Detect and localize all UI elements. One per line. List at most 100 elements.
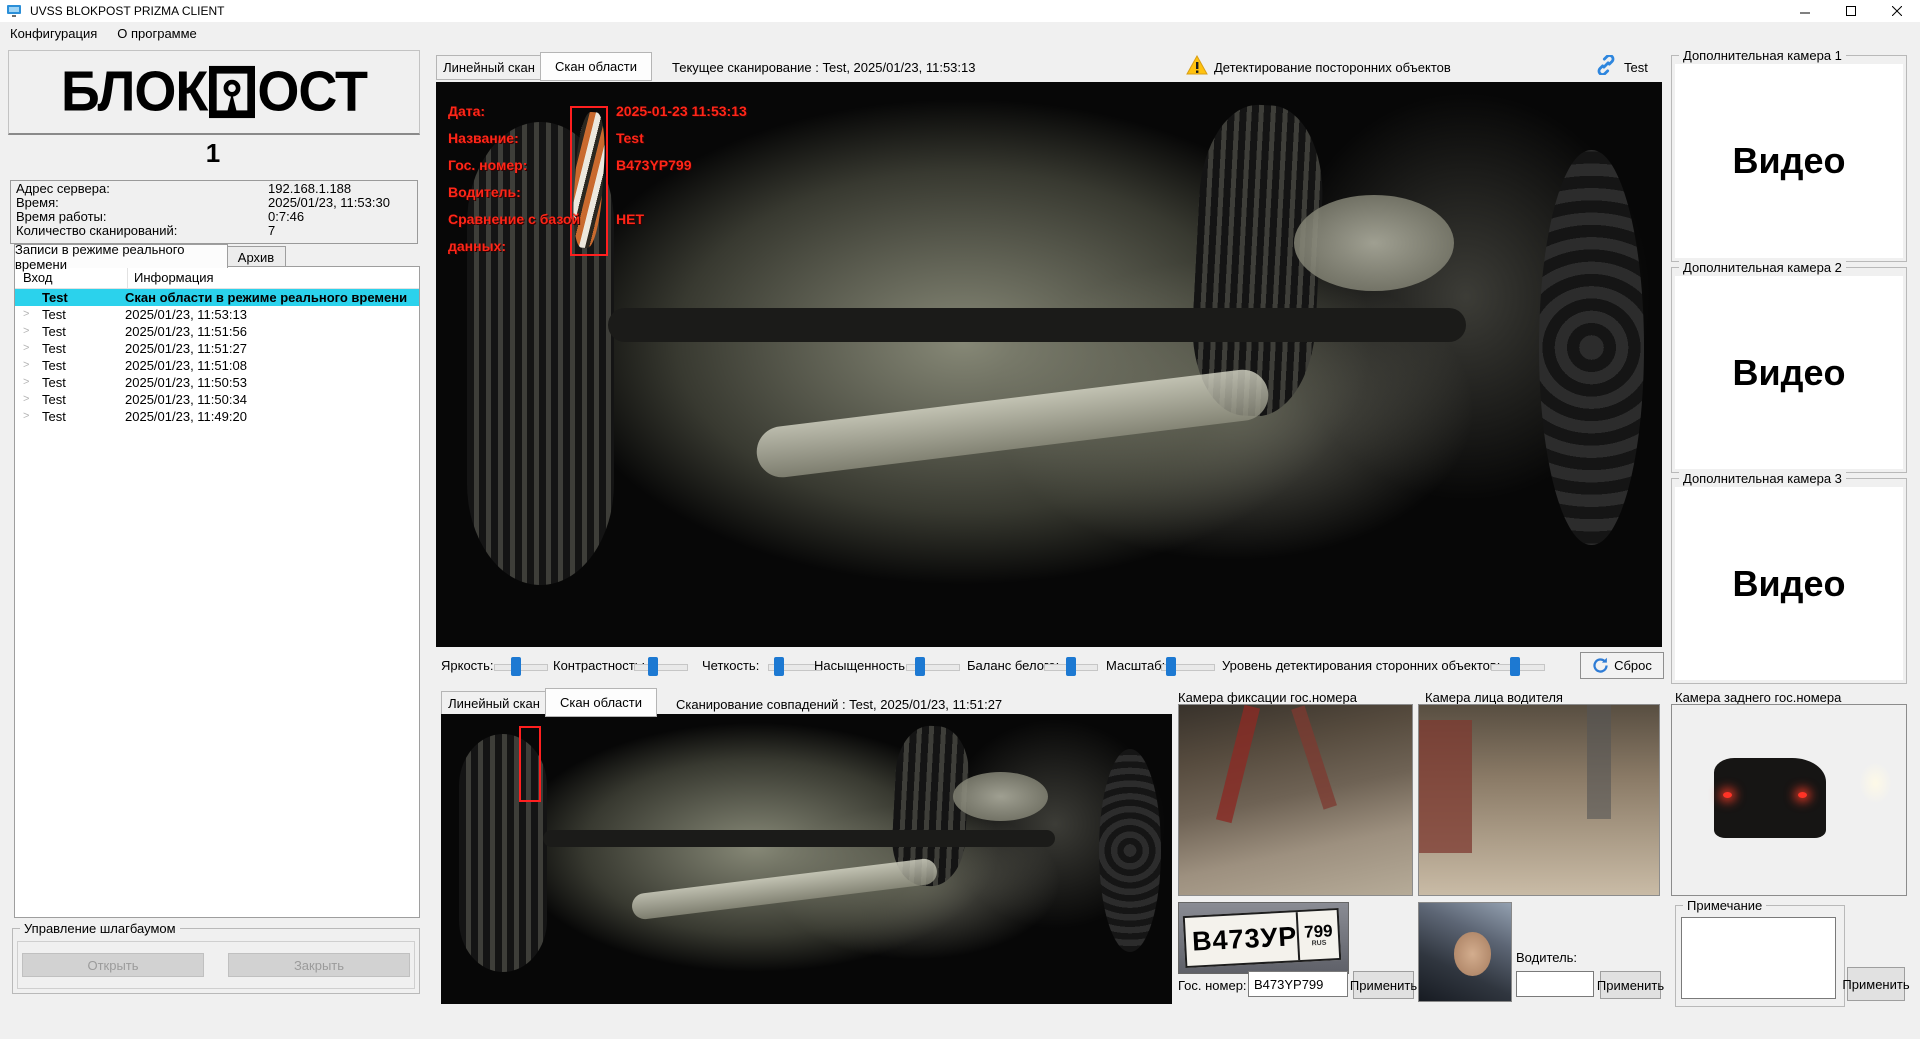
tab-archive[interactable]: Архив (226, 246, 286, 268)
scan-axle (608, 308, 1466, 342)
table-row[interactable]: >Test2025/01/23, 11:50:34 (15, 391, 419, 408)
slider-thumb[interactable] (915, 657, 925, 676)
table-row-selected[interactable]: TestСкан области в режиме реального врем… (15, 289, 419, 306)
overlay-date-value: 2025-01-23 11:53:13 (616, 98, 747, 125)
tab-realtime-records[interactable]: Записи в режиме реального времени (14, 244, 228, 268)
brightness-label: Яркость: (441, 658, 494, 673)
tab-linear-scan-match[interactable]: Линейный скан (441, 691, 547, 716)
extra-camera-2-title: Дополнительная камера 2 (1679, 260, 1846, 275)
table-row[interactable]: >Test2025/01/23, 11:50:53 (15, 374, 419, 391)
scan-muffler (953, 772, 1048, 821)
barrier-control-group: Управление шлагбаумом Открыть Закрыть (12, 928, 420, 994)
saturation-slider[interactable] (906, 664, 960, 671)
slider-thumb[interactable] (774, 657, 784, 676)
plate-input[interactable] (1248, 971, 1348, 997)
brightness-slider[interactable] (494, 664, 548, 671)
server-time-label: Время: (11, 196, 268, 210)
menu-bar: Конфигурация О программе (0, 22, 1920, 44)
slider-thumb[interactable] (1166, 657, 1176, 676)
detection-rectangle (519, 726, 541, 802)
saturation-label: Насыщенность (814, 658, 905, 673)
contrast-slider[interactable] (634, 664, 688, 671)
row-info: 2025/01/23, 11:51:56 (125, 323, 247, 340)
expand-chevron-icon[interactable]: > (23, 357, 29, 374)
expand-chevron-icon[interactable]: > (23, 408, 29, 425)
driver-apply-button[interactable]: Применить (1600, 971, 1661, 999)
expand-chevron-icon[interactable]: > (23, 323, 29, 340)
table-row[interactable]: >Test2025/01/23, 11:51:08 (15, 357, 419, 374)
tab-area-scan-match[interactable]: Скан области (545, 688, 657, 717)
feed-detail (1291, 705, 1337, 809)
extra-camera-1-video: Видео (1675, 64, 1903, 258)
expand-chevron-icon[interactable]: > (23, 306, 29, 323)
slider-thumb[interactable] (1510, 657, 1520, 676)
table-row[interactable]: >Test2025/01/23, 11:53:13 (15, 306, 419, 323)
warning-icon (1186, 55, 1208, 75)
server-time-value: 2025/01/23, 11:53:30 (268, 196, 390, 210)
driver-face (1454, 932, 1491, 975)
note-apply-button[interactable]: Применить (1847, 967, 1905, 1001)
plate-number: В473УР (1185, 921, 1298, 958)
link-test-label[interactable]: Test (1624, 60, 1648, 75)
row-info: 2025/01/23, 11:49:20 (125, 408, 247, 425)
window-title: UVSS BLOKPOST PRIZMA CLIENT (30, 4, 225, 18)
scan-count-value: 7 (268, 224, 275, 238)
tab-area-scan[interactable]: Скан области (540, 52, 652, 81)
row-name: Test (42, 357, 66, 374)
row-info: 2025/01/23, 11:50:34 (125, 391, 247, 408)
license-plate: В473УР 799RUS (1183, 908, 1342, 968)
reset-button[interactable]: Сброс (1580, 652, 1664, 679)
server-info-panel: Адрес сервера:192.168.1.188 Время:2025/0… (10, 180, 418, 244)
current-scan-label: Текущее сканирование : Test, 2025/01/23,… (672, 60, 976, 75)
detection-level-slider[interactable] (1491, 664, 1545, 671)
main-scan-image[interactable]: Дата:2025-01-23 11:53:13 Название:Test Г… (436, 82, 1662, 647)
table-row[interactable]: >Test2025/01/23, 11:51:56 (15, 323, 419, 340)
row-name: Test (42, 408, 66, 425)
title-bar: UVSS BLOKPOST PRIZMA CLIENT (0, 0, 1920, 22)
logo-text-left: БЛОК (61, 60, 207, 124)
tab-linear-scan[interactable]: Линейный скан (436, 55, 542, 80)
scale-label: Масштаб: (1106, 658, 1165, 673)
feed-plate-camera (1178, 704, 1413, 896)
reset-icon (1592, 657, 1609, 674)
expand-chevron-icon[interactable]: > (23, 391, 29, 408)
close-button[interactable] (1874, 0, 1920, 22)
reset-label: Сброс (1614, 658, 1652, 673)
expand-chevron-icon[interactable]: > (23, 340, 29, 357)
table-row[interactable]: > Test 2025/01/23, 11:49:20 (15, 408, 419, 425)
column-info[interactable]: Информация (128, 270, 214, 285)
driver-input[interactable] (1516, 971, 1594, 997)
row-name: Test (42, 306, 66, 323)
video-placeholder: Видео (1733, 352, 1846, 394)
feed-rear-plate-camera (1671, 704, 1907, 896)
menu-configuration[interactable]: Конфигурация (0, 22, 107, 44)
match-scan-label: Сканирование совпадений : Test, 2025/01/… (676, 697, 1002, 712)
expand-chevron-icon[interactable]: > (23, 374, 29, 391)
scale-slider[interactable] (1161, 664, 1215, 671)
barrier-group-title: Управление шлагбаумом (20, 921, 180, 936)
slider-thumb[interactable] (511, 657, 521, 676)
row-info: 2025/01/23, 11:51:27 (125, 340, 247, 357)
feed-driver-camera-title: Камера лица водителя (1425, 690, 1563, 705)
feed-car (1714, 758, 1826, 838)
minimize-button[interactable] (1782, 0, 1828, 22)
slider-thumb[interactable] (1066, 657, 1076, 676)
plate-field-label: Гос. номер: (1178, 978, 1247, 993)
barrier-open-button[interactable]: Открыть (22, 953, 204, 977)
plate-apply-button[interactable]: Применить (1353, 971, 1414, 999)
scan-count-label: Количество сканирований: (11, 224, 268, 238)
scan-exhaust-pipe (754, 367, 1271, 480)
white-balance-slider[interactable] (1044, 664, 1098, 671)
table-row[interactable]: > Test 2025/01/23, 11:51:27 (15, 340, 419, 357)
menu-about[interactable]: О программе (107, 22, 207, 44)
barrier-close-button[interactable]: Закрыть (228, 953, 410, 977)
link-icon[interactable] (1596, 55, 1616, 75)
row-name: Test (42, 340, 66, 357)
overlay-dbmatch-label: Сравнение с базой данных: (448, 206, 616, 233)
overlay-plate-value: B473YP799 (616, 152, 692, 179)
note-textarea[interactable] (1681, 917, 1836, 999)
maximize-button[interactable] (1828, 0, 1874, 22)
match-scan-image[interactable] (441, 714, 1172, 1004)
slider-thumb[interactable] (648, 657, 658, 676)
extra-camera-1-title: Дополнительная камера 1 (1679, 48, 1846, 63)
